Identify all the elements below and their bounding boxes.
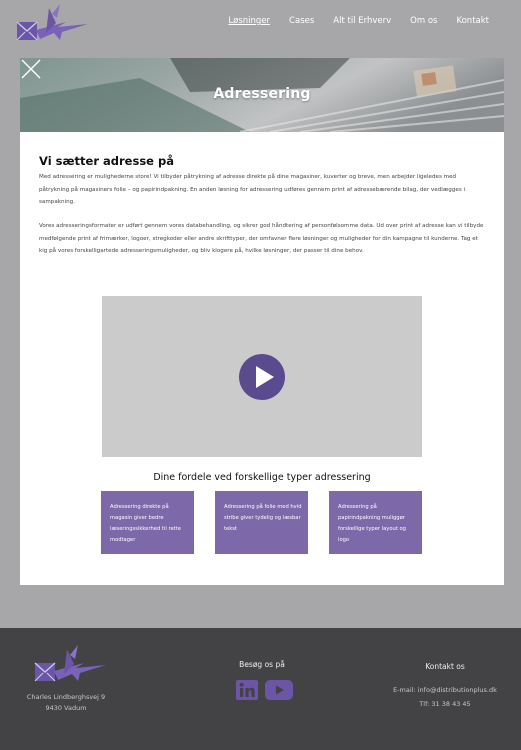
address-city: 9430 Vadum — [45, 704, 87, 712]
benefit-cards: Adressering direkte på magasin giver bed… — [101, 491, 423, 554]
benefit-card: Adressering på folie med hvid stribe giv… — [215, 491, 308, 554]
details-paragraph: Vores adresseringsformater er udført gen… — [39, 223, 484, 254]
nav-item-losninger[interactable]: Løsninger — [228, 16, 270, 26]
address-street: Charles Lindberghsvej 9 — [26, 693, 106, 701]
site-header: Løsninger Cases Alt til Erhverv Om os Ko… — [0, 0, 521, 50]
nav-item-alt-til-erhverv[interactable]: Alt til Erhverv — [333, 16, 391, 26]
video-player[interactable] — [102, 296, 422, 457]
site-footer: Charles Lindberghsvej 9 9430 Vadum Besøg… — [0, 628, 521, 750]
youtube-icon[interactable] — [265, 680, 293, 700]
social-links — [236, 680, 293, 700]
modal-title: Adressering — [213, 86, 311, 102]
contact-phone: Tlf: 31 38 43 45 — [370, 700, 520, 708]
nav-item-cases[interactable]: Cases — [289, 16, 314, 26]
company-address: Charles Lindberghsvej 9 9430 Vadum — [0, 692, 132, 714]
footer-logo-icon[interactable] — [34, 643, 108, 687]
benefits-title: Dine fordele ved forskellige typer adres… — [153, 472, 371, 483]
visit-us-title: Besøg os på — [239, 660, 285, 669]
nav-item-om-os[interactable]: Om os — [410, 16, 437, 26]
section-heading: Vi sætter adresse på — [39, 154, 174, 168]
brand-logo-icon[interactable] — [16, 3, 90, 45]
email-link[interactable]: info@distributionplus.dk — [418, 686, 497, 694]
benefit-card: Adressering på papirindpakning muliggør … — [329, 491, 422, 554]
banner-image: Adressering — [20, 58, 504, 132]
phone-link[interactable]: 31 38 43 45 — [431, 700, 470, 708]
phone-label: Tlf: — [419, 700, 430, 708]
linkedin-icon[interactable] — [236, 680, 258, 700]
email-label: E-mail: — [393, 686, 416, 694]
main-nav: Løsninger Cases Alt til Erhverv Om os Ko… — [228, 16, 489, 26]
nav-item-kontakt[interactable]: Kontakt — [456, 16, 489, 26]
contact-email: E-mail: info@distributionplus.dk — [370, 686, 520, 694]
benefit-card: Adressering direkte på magasin giver bed… — [101, 491, 194, 554]
intro-paragraph: Med adressering er mulighederne store! V… — [39, 174, 466, 205]
close-icon[interactable] — [20, 58, 42, 80]
play-icon[interactable] — [238, 353, 286, 401]
contact-us-title: Kontakt os — [425, 662, 465, 671]
adressering-modal: Adressering Vi sætter adresse på Med adr… — [20, 58, 504, 585]
